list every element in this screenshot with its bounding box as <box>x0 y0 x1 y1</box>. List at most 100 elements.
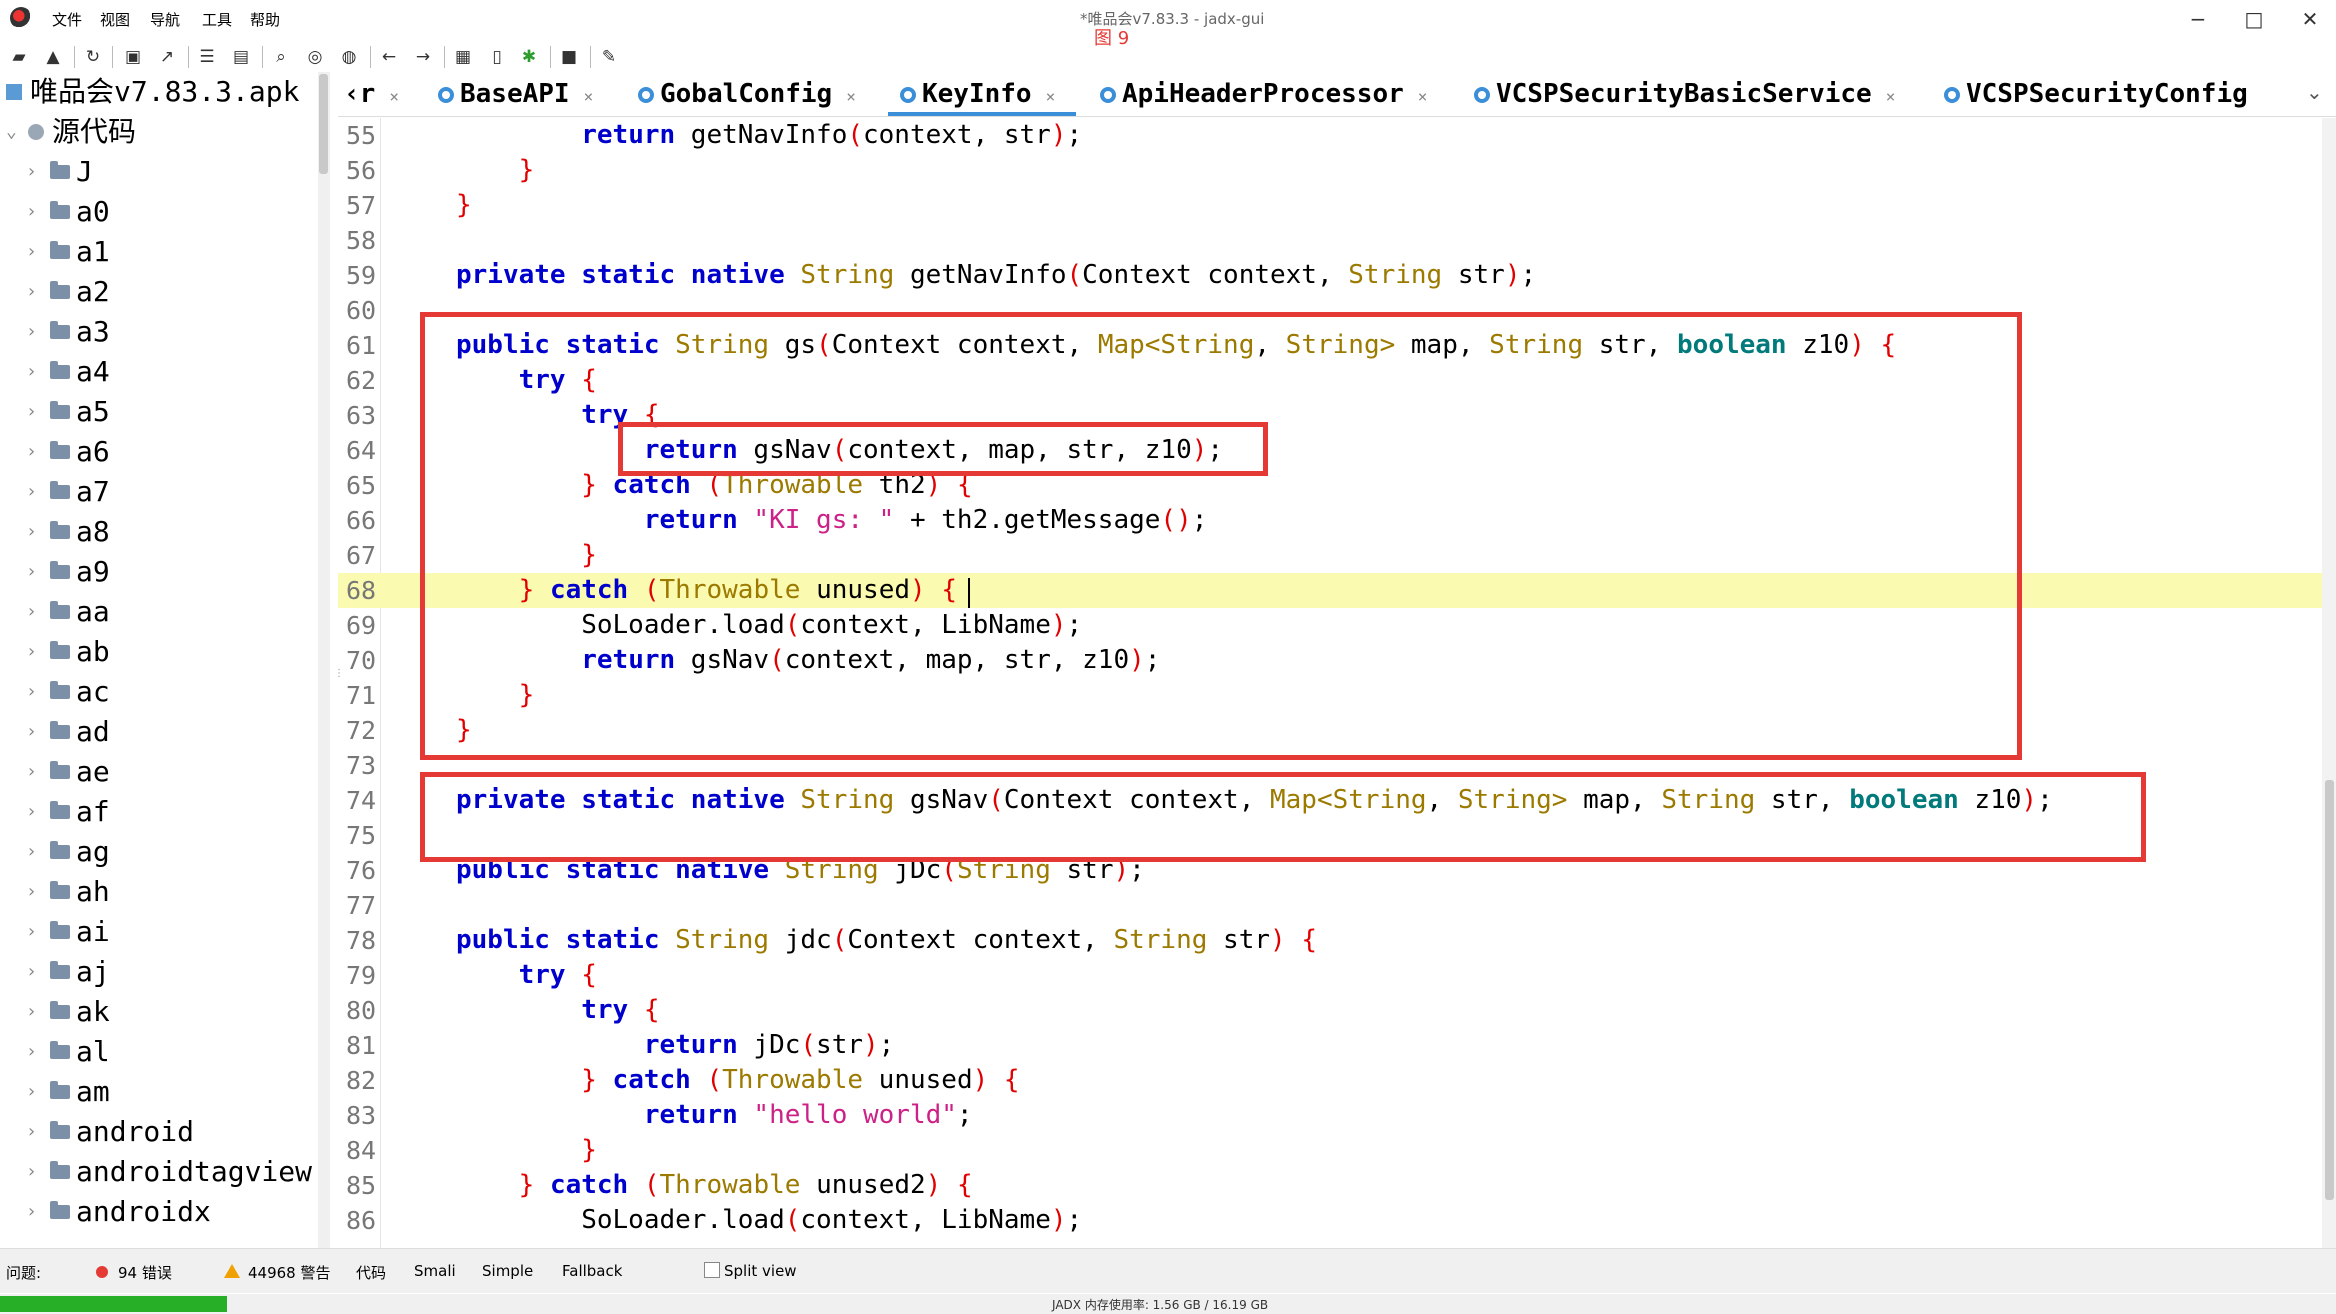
tab-code-view[interactable]: 代码 <box>356 1262 386 1283</box>
tree-package-item[interactable]: › androidtagview <box>0 1152 322 1192</box>
tree-package-item[interactable]: › a5 <box>0 392 322 432</box>
tree-package-item[interactable]: › a6 <box>0 432 322 472</box>
tree-package-item[interactable]: › ak <box>0 992 322 1032</box>
open-file-icon[interactable]: ▰ <box>8 46 30 68</box>
tree-source-node[interactable]: ⌄ 源代码 <box>0 112 322 152</box>
tree-package-item[interactable]: › al <box>0 1032 322 1072</box>
code-line[interactable]: public static String jdc(Context context… <box>456 923 1317 958</box>
chevron-right-icon[interactable]: › <box>26 192 37 232</box>
tree-package-item[interactable]: › androidx <box>0 1192 322 1232</box>
chevron-right-icon[interactable]: › <box>26 1152 37 1192</box>
tree-package-item[interactable]: › a1 <box>0 232 322 272</box>
code-line[interactable]: return jDc(str); <box>456 1028 894 1063</box>
chevron-right-icon[interactable]: › <box>26 792 37 832</box>
close-icon[interactable]: × <box>1418 87 1428 106</box>
chevron-right-icon[interactable]: › <box>26 752 37 792</box>
code-scrollbar-thumb[interactable] <box>2325 780 2334 1200</box>
search-icon[interactable]: ⌕ <box>270 46 292 68</box>
tab-keyinfo[interactable]: KeyInfo × <box>900 76 1055 114</box>
chevron-right-icon[interactable]: › <box>26 592 37 632</box>
tab-fallback-view[interactable]: Fallback <box>562 1262 622 1280</box>
code-line[interactable]: } <box>456 188 472 223</box>
code-line[interactable]: return "hello world"; <box>456 1098 973 1133</box>
tab-overflow-left[interactable]: ‹r × <box>344 76 399 114</box>
tab-list-chevron-down-icon[interactable]: ⌄ <box>2306 80 2323 104</box>
code-line[interactable]: private static native String getNavInfo(… <box>456 258 1536 293</box>
tab-simple-view[interactable]: Simple <box>482 1262 533 1280</box>
tab-baseapi[interactable]: BaseAPI × <box>438 76 593 114</box>
debug-icon[interactable]: ✱ <box>518 46 540 68</box>
bookmark-icon[interactable]: ▯ <box>486 46 508 68</box>
find-usage-icon[interactable]: ◍ <box>338 46 360 68</box>
chevron-right-icon[interactable]: › <box>26 832 37 872</box>
find-class-icon[interactable]: ◎ <box>304 46 326 68</box>
tree-package-item[interactable]: › ag <box>0 832 322 872</box>
close-icon[interactable]: × <box>1046 87 1056 106</box>
code-line[interactable]: try { <box>456 958 597 993</box>
chevron-right-icon[interactable]: › <box>26 152 37 192</box>
tree-package-item[interactable]: › af <box>0 792 322 832</box>
tree-package-item[interactable]: › a9 <box>0 552 322 592</box>
chevron-right-icon[interactable]: › <box>26 1032 37 1072</box>
tree-package-item[interactable]: › a7 <box>0 472 322 512</box>
tree-package-item[interactable]: › a8 <box>0 512 322 552</box>
tree-package-item[interactable]: › am <box>0 1072 322 1112</box>
close-icon[interactable]: × <box>584 87 594 106</box>
tree-package-item[interactable]: › ae <box>0 752 322 792</box>
code-line[interactable]: } <box>456 153 535 188</box>
tree-package-item[interactable]: › aa <box>0 592 322 632</box>
tab-vcspsecuritybasicservice[interactable]: VCSPSecurityBasicService × <box>1474 76 1895 114</box>
deobfuscation-icon[interactable]: ▦ <box>452 46 474 68</box>
tree-scrollbar-thumb[interactable] <box>319 74 328 174</box>
split-divider[interactable] <box>330 72 334 1248</box>
tab-smali-view[interactable]: Smali <box>414 1262 456 1280</box>
tree-package-item[interactable]: › ai <box>0 912 322 952</box>
tree-root[interactable]: 唯品会v7.83.3.apk <box>0 72 322 112</box>
split-view-checkbox[interactable] <box>704 1262 720 1278</box>
tree-package-item[interactable]: › ad <box>0 712 322 752</box>
close-icon[interactable]: × <box>1886 87 1896 106</box>
warnings-count[interactable]: 44968 警告 <box>248 1262 331 1283</box>
errors-count[interactable]: 94 错误 <box>118 1262 172 1283</box>
chevron-right-icon[interactable]: › <box>26 512 37 552</box>
maximize-button[interactable]: □ <box>2234 4 2274 34</box>
close-icon[interactable]: × <box>846 87 856 106</box>
chevron-right-icon[interactable]: › <box>26 712 37 752</box>
chevron-right-icon[interactable]: › <box>26 632 37 672</box>
code-line[interactable]: } <box>456 1133 597 1168</box>
chevron-right-icon[interactable]: › <box>26 272 37 312</box>
menu-view[interactable]: 视图 <box>100 9 130 30</box>
tree-package-item[interactable]: › ac <box>0 672 322 712</box>
tab-gobalconfig[interactable]: GobalConfig × <box>638 76 856 114</box>
log-viewer-icon[interactable]: ■ <box>558 46 580 68</box>
save-icon[interactable]: ▣ <box>122 46 144 68</box>
menu-file[interactable]: 文件 <box>52 9 82 30</box>
project-tree[interactable]: 唯品会v7.83.3.apk ⌄ 源代码 › J › a0 › a1 › a2 › a3 › a4 › a… <box>0 72 322 1248</box>
chevron-right-icon[interactable]: › <box>26 872 37 912</box>
code-line[interactable]: SoLoader.load(context, LibName); <box>456 1203 1082 1238</box>
code-line[interactable]: return getNavInfo(context, str); <box>456 118 1082 153</box>
preferences-icon[interactable]: ✎ <box>598 46 620 68</box>
chevron-right-icon[interactable]: › <box>26 312 37 352</box>
close-window-button[interactable]: ✕ <box>2290 4 2330 34</box>
menu-help[interactable]: 帮助 <box>250 9 280 30</box>
chevron-right-icon[interactable]: › <box>26 992 37 1032</box>
chevron-right-icon[interactable]: › <box>26 1112 37 1152</box>
menu-navigate[interactable]: 导航 <box>150 9 180 30</box>
code-line[interactable]: } catch (Throwable unused) { <box>456 1063 1019 1098</box>
close-icon[interactable]: × <box>389 87 399 106</box>
chevron-right-icon[interactable]: › <box>26 1192 37 1232</box>
tree-package-item[interactable]: › ab <box>0 632 322 672</box>
tree-package-item[interactable]: › a3 <box>0 312 322 352</box>
chevron-right-icon[interactable]: › <box>26 352 37 392</box>
reload-icon[interactable]: ↻ <box>82 46 104 68</box>
menu-tools[interactable]: 工具 <box>202 9 232 30</box>
minimize-button[interactable]: − <box>2178 4 2218 34</box>
sync-tree-icon[interactable]: ☰ <box>196 46 218 68</box>
tree-scrollbar[interactable] <box>318 72 330 1248</box>
chevron-right-icon[interactable]: › <box>26 392 37 432</box>
code-line[interactable]: try { <box>456 993 659 1028</box>
chevron-right-icon[interactable]: › <box>26 232 37 272</box>
tree-package-item[interactable]: › android <box>0 1112 322 1152</box>
chevron-right-icon[interactable]: › <box>26 952 37 992</box>
